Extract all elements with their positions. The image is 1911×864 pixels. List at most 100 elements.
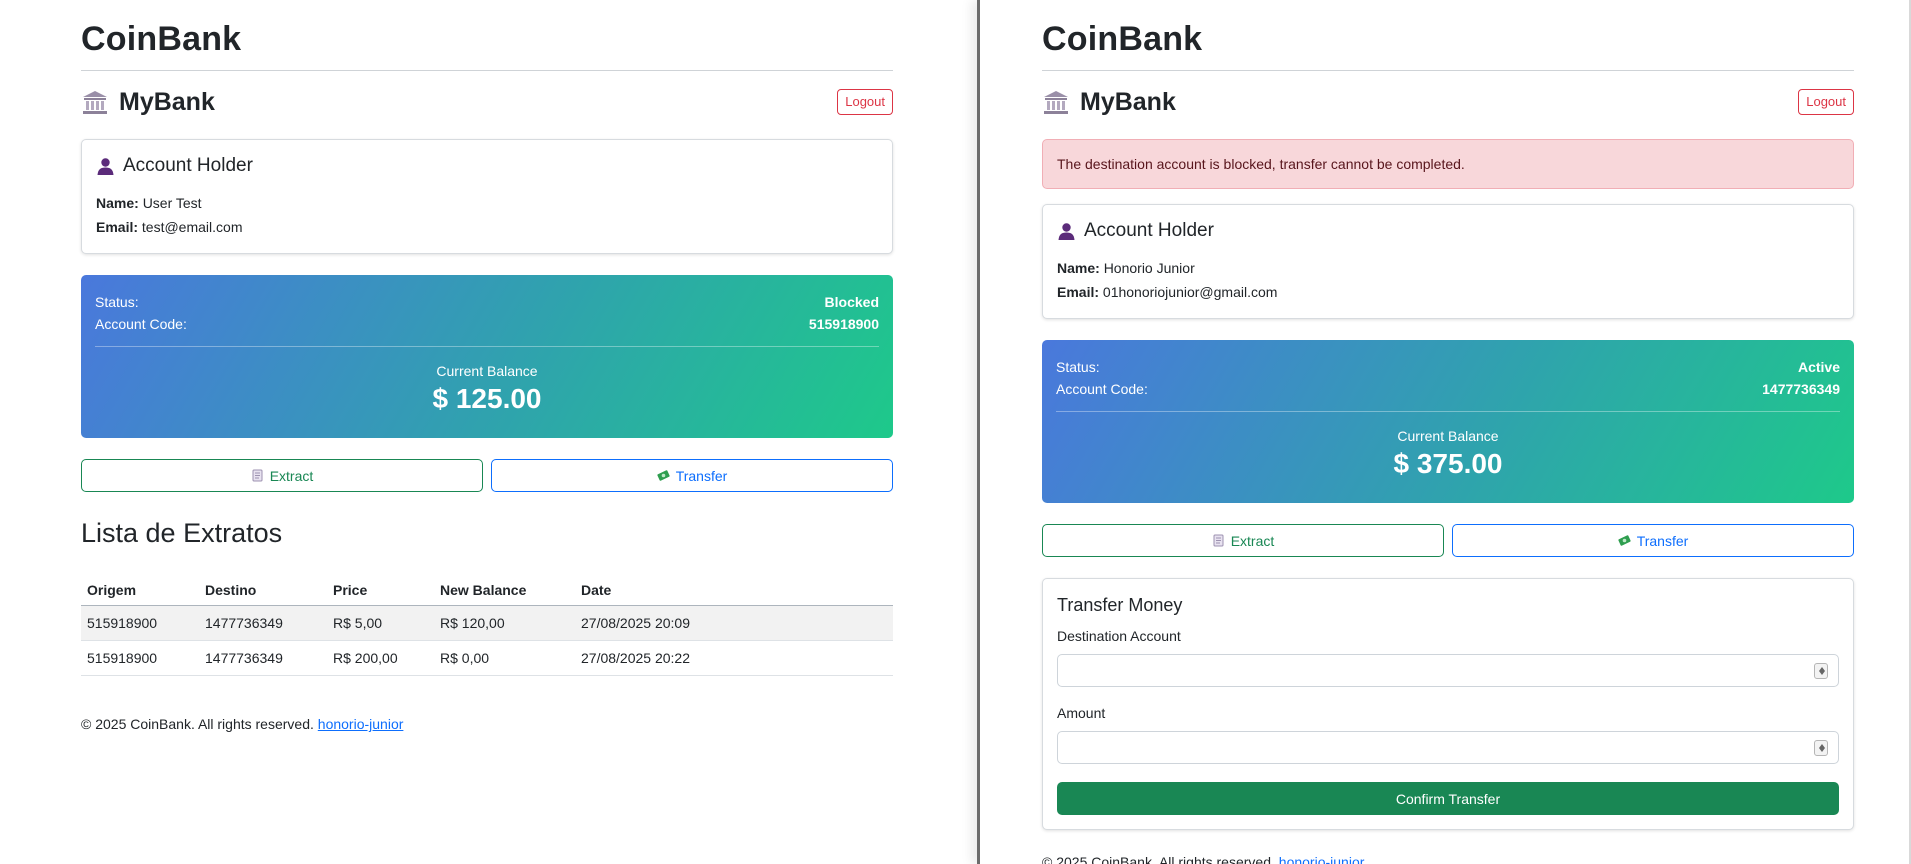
bank-icon [81, 89, 109, 115]
extract-label: Extract [269, 467, 314, 484]
destination-account-label: Destination Account [1057, 628, 1181, 644]
account-code-row: Account Code: 1477736349 [1056, 378, 1840, 400]
holder-email: test@email.com [141, 219, 243, 235]
number-spinner-icon[interactable] [1814, 663, 1828, 679]
cell-origem: 515918900 [81, 605, 199, 641]
account-code-row: Account Code: 515918900 [95, 313, 879, 335]
holder-name-line: Name: User Test [96, 191, 878, 215]
money-transfer-icon [657, 469, 670, 482]
status-value: Blocked [824, 294, 879, 310]
navbar: MyBank Logout [1042, 75, 1854, 129]
footer-text: © 2025 CoinBank. All rights reserved. [1042, 854, 1279, 864]
amount-label: Amount [1057, 705, 1106, 721]
nav-title: MyBank [119, 87, 215, 116]
extract-button[interactable]: Extract [1042, 524, 1444, 557]
table-header-row: Origem Destino Price New Balance Date [81, 575, 893, 606]
holder-email-label: Email: [96, 219, 139, 235]
transfer-button[interactable]: Transfer [491, 459, 893, 492]
balance-divider [95, 346, 879, 347]
action-buttons: Extract Transfer [81, 459, 893, 492]
account-holder-title: Account Holder [1084, 220, 1214, 241]
extract-button[interactable]: Extract [81, 459, 483, 492]
bank-icon [1042, 89, 1070, 115]
destination-account-input[interactable] [1057, 654, 1839, 687]
left-page-content: CoinBank MyBank Logout Account Holder Na… [81, 0, 893, 732]
status-row: Status: Active [1056, 356, 1840, 378]
table-row: 515918900 1477736349 R$ 5,00 R$ 120,00 2… [81, 605, 893, 641]
transfer-button[interactable]: Transfer [1452, 524, 1854, 557]
account-holder-heading: Account Holder [96, 155, 878, 177]
balance-card: Status: Blocked Account Code: 515918900 … [81, 275, 893, 438]
table-row: 515918900 1477736349 R$ 200,00 R$ 0,00 2… [81, 640, 893, 676]
cell-price: R$ 5,00 [327, 605, 434, 641]
status-label: Status: [95, 294, 139, 310]
brand-title: CoinBank [1042, 0, 1854, 71]
holder-email: 01honoriojunior@gmail.com [1102, 284, 1278, 300]
cell-date: 27/08/2025 20:22 [575, 640, 893, 676]
col-destino: Destino [199, 575, 327, 606]
account-code-value: 1477736349 [1762, 381, 1840, 397]
holder-email-line: Email: test@email.com [96, 215, 878, 239]
status-label: Status: [1056, 359, 1100, 375]
current-balance-amount: $ 375.00 [1393, 448, 1503, 479]
holder-name: Honorio Junior [1103, 260, 1195, 276]
account-holder-title: Account Holder [123, 155, 253, 176]
logout-button[interactable]: Logout [837, 88, 893, 116]
account-holder-card: Account Holder Name: User Test Email: te… [81, 139, 893, 254]
right-window: CoinBank MyBank Logout The destination a… [977, 0, 1911, 864]
holder-name-label: Name: [1057, 260, 1100, 276]
col-date: Date [575, 575, 893, 606]
col-origem: Origem [81, 575, 199, 606]
current-balance-label: Current Balance [436, 363, 538, 379]
nav-title: MyBank [1080, 87, 1176, 116]
footer-text: © 2025 CoinBank. All rights reserved. [81, 716, 318, 732]
current-balance-label: Current Balance [1397, 428, 1499, 444]
logout-button[interactable]: Logout [1798, 88, 1854, 116]
person-icon [96, 157, 115, 176]
balance-divider [1056, 411, 1840, 412]
left-window: CoinBank MyBank Logout Account Holder Na… [0, 0, 977, 864]
account-code-label: Account Code: [1056, 381, 1148, 397]
status-row: Status: Blocked [95, 291, 879, 313]
footer-author-link[interactable]: honorio-junior [318, 716, 404, 732]
brand-title: CoinBank [81, 0, 893, 71]
account-code-label: Account Code: [95, 316, 187, 332]
holder-name: User Test [142, 195, 202, 211]
error-alert: The destination account is blocked, tran… [1042, 139, 1854, 189]
transfer-money-card: Transfer Money Destination Account Amoun… [1042, 578, 1854, 830]
footer: © 2025 CoinBank. All rights reserved. ho… [1042, 854, 1854, 864]
amount-input[interactable] [1057, 731, 1839, 764]
cell-new-balance: R$ 120,00 [434, 605, 575, 641]
col-price: Price [327, 575, 434, 606]
document-icon [251, 469, 264, 482]
account-holder-card: Account Holder Name: Honorio Junior Emai… [1042, 204, 1854, 319]
account-code-value: 515918900 [808, 316, 879, 332]
status-value: Active [1797, 359, 1840, 375]
balance-card: Status: Active Account Code: 1477736349 … [1042, 340, 1854, 503]
footer: © 2025 CoinBank. All rights reserved. ho… [81, 716, 893, 732]
footer-author-link[interactable]: honorio-junior [1279, 854, 1365, 864]
cell-destino: 1477736349 [199, 605, 327, 641]
number-spinner-icon[interactable] [1814, 740, 1828, 756]
confirm-transfer-button[interactable]: Confirm Transfer [1057, 782, 1839, 815]
cell-origem: 515918900 [81, 640, 199, 676]
statements-title: Lista de Extratos [81, 518, 283, 548]
cell-date: 27/08/2025 20:09 [575, 605, 893, 641]
transfer-label: Transfer [1636, 532, 1689, 549]
transfer-label: Transfer [675, 467, 728, 484]
cell-destino: 1477736349 [199, 640, 327, 676]
holder-email-line: Email: 01honoriojunior@gmail.com [1057, 280, 1839, 304]
holder-email-label: Email: [1057, 284, 1100, 300]
person-icon [1057, 222, 1076, 241]
transfer-money-title: Transfer Money [1057, 595, 1183, 615]
cell-new-balance: R$ 0,00 [434, 640, 575, 676]
right-page-content: CoinBank MyBank Logout The destination a… [1042, 0, 1854, 864]
cell-price: R$ 200,00 [327, 640, 434, 676]
current-balance-amount: $ 125.00 [432, 383, 542, 414]
action-buttons: Extract Transfer [1042, 524, 1854, 557]
money-transfer-icon [1618, 534, 1631, 547]
navbar: MyBank Logout [81, 75, 893, 129]
document-icon [1212, 534, 1225, 547]
extract-label: Extract [1230, 532, 1275, 549]
holder-name-label: Name: [96, 195, 139, 211]
